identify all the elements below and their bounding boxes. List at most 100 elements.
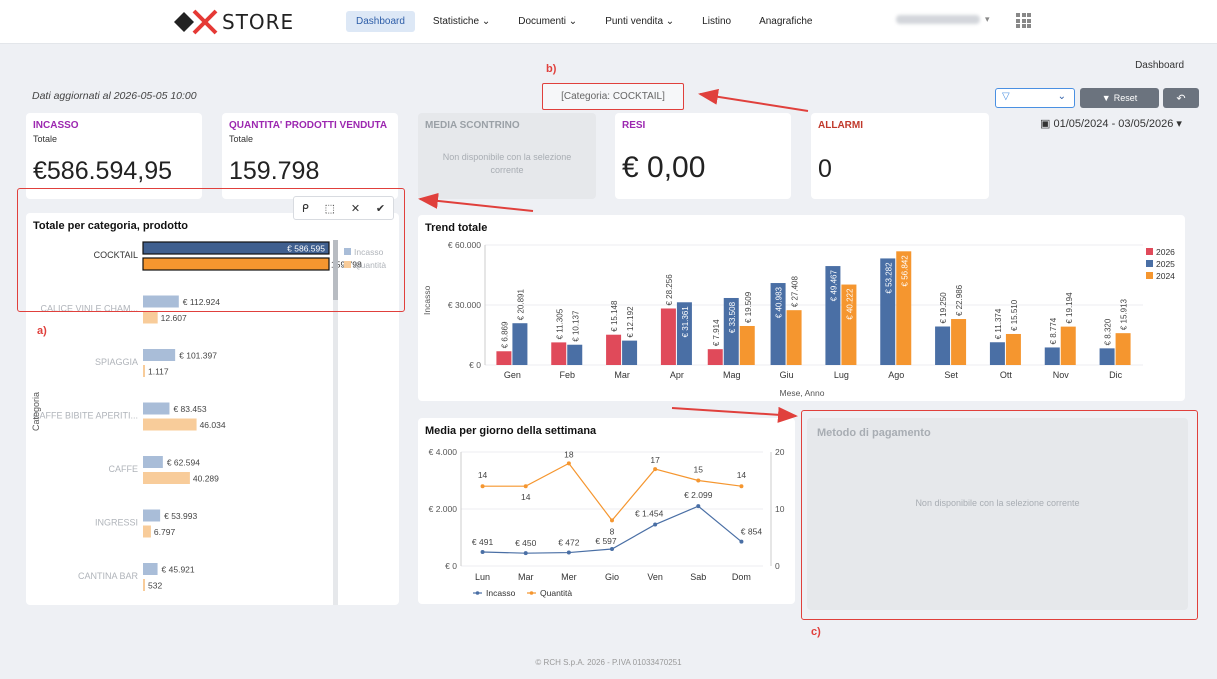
trend-bar <box>1099 348 1115 365</box>
data-label: 14 <box>737 470 747 480</box>
bar-incasso <box>143 563 158 575</box>
filter-select[interactable]: ▽ ⌄ <box>995 88 1075 108</box>
weekday-line-chart[interactable]: € 0 € 2.000 € 4.000 0 10 20 Lun Mar Mer Gio Ven Sab… <box>418 418 795 604</box>
reset-button[interactable]: ▼ Reset <box>1080 88 1159 108</box>
trend-bar-label: € 6.869 <box>500 321 509 348</box>
store-logo[interactable]: STORE <box>172 8 294 36</box>
data-label: 8 <box>610 526 615 536</box>
bar-quantita <box>143 579 145 591</box>
filter-icon: ▽ <box>1002 91 1010 102</box>
trend-bar-label: € 28.256 <box>665 274 674 306</box>
trend-bar-label: € 19.509 <box>744 291 753 323</box>
trend-bar <box>786 310 802 365</box>
data-point <box>610 518 614 523</box>
nav-item[interactable]: Dashboard <box>346 11 415 32</box>
legend-label: 2024 <box>1156 271 1175 281</box>
y-tick-label: € 30.000 <box>448 300 481 310</box>
bar-incasso <box>143 402 170 415</box>
category-label: CAFFE BIBITE APERITI... <box>33 411 138 421</box>
x-tick-label: Mag <box>723 370 741 380</box>
bar-label-quantita: 46.034 <box>200 420 226 430</box>
data-point <box>610 546 614 551</box>
user-menu[interactable] <box>896 15 980 24</box>
trend-bar-label: € 40.983 <box>775 286 784 318</box>
bar-label-quantita: 1.117 <box>148 367 169 377</box>
nav-item[interactable]: Anagrafiche <box>749 11 822 32</box>
data-label: 17 <box>650 455 660 465</box>
kpi-title: RESI <box>622 120 646 131</box>
data-point <box>480 484 485 489</box>
category-filter-tag: [Categoria: COCKTAIL] <box>542 83 684 110</box>
trend-bar <box>739 325 755 365</box>
weekday-panel: Media per giorno della settimana € 0 € 2.… <box>418 418 795 604</box>
legend-label: 2025 <box>1156 259 1175 269</box>
trend-bar <box>1005 333 1021 365</box>
annotation-a: a) <box>37 325 47 337</box>
trend-bar <box>1060 326 1076 365</box>
trend-bar-label: € 15.148 <box>610 300 619 332</box>
back-button[interactable]: ↶ <box>1163 88 1199 108</box>
kpi-allarmi: ALLARMI 0 <box>811 113 989 199</box>
legend-label: 2026 <box>1156 247 1175 257</box>
y-tick-label-left: € 4.000 <box>429 447 458 457</box>
x-tick-label: Giu <box>780 370 794 380</box>
nav-item[interactable]: Documenti ⌄ <box>508 11 587 32</box>
arrow-to-payment-panel <box>671 406 798 423</box>
chevron-down-icon[interactable]: ▾ <box>985 14 990 25</box>
y-tick-label-right: 0 <box>775 561 780 571</box>
date-range-picker[interactable]: ▣ 01/05/2024 - 03/05/2026 ▾ <box>1040 117 1182 130</box>
data-label: 14 <box>521 492 531 502</box>
nav-item[interactable]: Listino <box>692 11 741 32</box>
nav-item[interactable]: Punti vendita ⌄ <box>595 11 684 32</box>
bar-quantita <box>143 472 190 484</box>
kpi-value: €586.594,95 <box>33 157 173 185</box>
arrow-to-category-panel <box>418 192 534 212</box>
trend-bar-label: € 10.137 <box>571 310 580 342</box>
top-navigation-bar: STORE Dashboard Statistiche ⌄ Documenti ⌄ P… <box>0 0 1217 44</box>
bar-incasso <box>143 509 161 522</box>
bar-quantita <box>143 418 197 431</box>
trend-bar-chart[interactable]: € 0 € 30.000 € 60.000 Incasso € 6.869 € 20.89… <box>418 215 1185 401</box>
data-point <box>653 522 658 527</box>
data-label: 15 <box>694 465 704 475</box>
x-tick-label: Nov <box>1053 370 1070 380</box>
x-tick-label: Sab <box>690 572 706 582</box>
annotation-c: c) <box>811 626 821 638</box>
data-label: € 597 <box>595 536 617 546</box>
trend-bar-label: € 53.282 <box>884 262 893 294</box>
y-axis-label: Categoria <box>31 392 41 431</box>
trend-bar-label: € 11.374 <box>994 308 1003 339</box>
y-tick-label: € 60.000 <box>448 240 481 250</box>
kpi-value: 159.798 <box>229 157 320 185</box>
apps-grid-icon[interactable] <box>1016 13 1031 28</box>
x-tick-label: Mar <box>614 370 630 380</box>
data-point <box>696 478 701 483</box>
x-tick-label: Set <box>944 370 958 380</box>
data-point <box>739 539 744 544</box>
x-axis-label: Mese, Anno <box>780 388 825 398</box>
undo-icon: ↶ <box>1176 92 1186 105</box>
kpi-value: 0 <box>818 155 832 183</box>
kpi-title: INCASSO <box>33 120 79 131</box>
kpi-quantita: QUANTITA' PRODOTTI VENDUTA Totale 159.79… <box>222 113 398 199</box>
caret-down-icon: ▾ <box>1176 118 1182 130</box>
category-label: SPIAGGIA <box>95 357 138 367</box>
y-axis-label: Incasso <box>422 285 432 315</box>
trend-bar-label: € 31.361 <box>681 306 690 338</box>
last-updated-text: Dati aggiornati al 2026-05-05 10:00 <box>32 90 197 102</box>
bar-label-quantita: 40.289 <box>193 474 219 484</box>
bar-quantita <box>143 365 145 377</box>
data-label: € 1.454 <box>635 509 664 519</box>
data-label: € 491 <box>472 537 494 547</box>
kpi-incasso: INCASSO Totale €586.594,95 <box>26 113 202 199</box>
trend-bar-label: € 56.842 <box>900 255 909 287</box>
y-tick-label-left: € 0 <box>445 561 457 571</box>
trend-bar-label: € 22.986 <box>955 284 964 316</box>
footer: © RCH S.p.A. 2026 - P.IVA 01033470251 <box>535 658 682 667</box>
trend-bar <box>622 340 638 365</box>
data-point <box>696 504 701 509</box>
legend-swatch <box>1146 260 1153 267</box>
nav-item[interactable]: Statistiche ⌄ <box>423 11 500 32</box>
kpi-title: ALLARMI <box>818 120 863 131</box>
trend-bar <box>496 351 512 365</box>
